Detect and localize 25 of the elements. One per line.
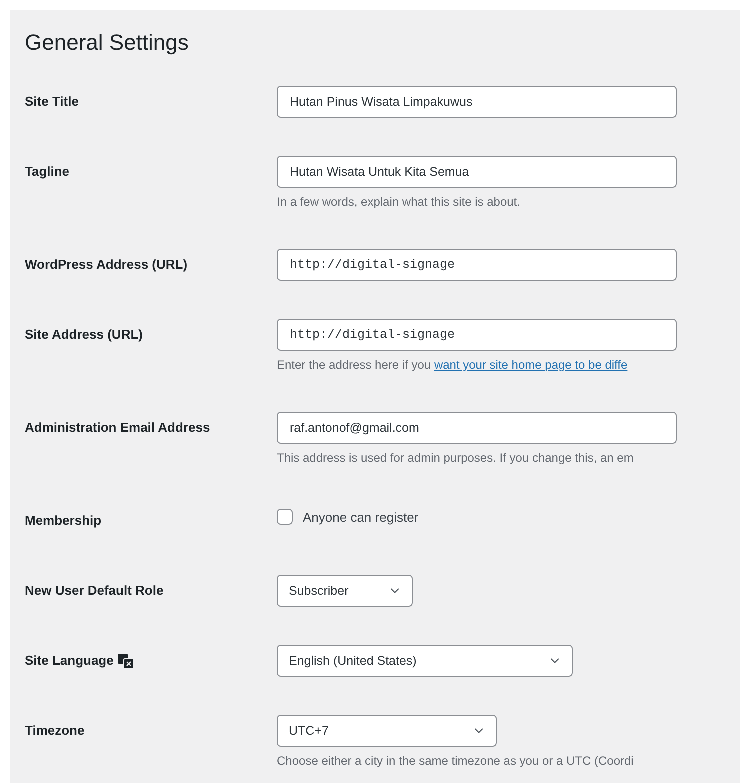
text-field[interactable]: Hutan Wisata Untuk Kita Semua xyxy=(277,156,677,188)
field-label: WordPress Address (URL) xyxy=(25,256,188,274)
text-field[interactable]: Hutan Pinus Wisata Limpakuwus xyxy=(277,86,677,118)
checkbox[interactable] xyxy=(277,509,293,525)
field-label: Tagline xyxy=(25,163,70,181)
field-label: Administration Email Address xyxy=(25,419,210,437)
field-description: Enter the address here if you want your site home page to be diffe xyxy=(277,357,629,374)
field-label: New User Default Role xyxy=(25,582,164,600)
field-description: Choose either a city in the same timezone as you or a UTC (Coordi xyxy=(277,753,635,770)
field-label: Site Address (URL) xyxy=(25,326,143,344)
text-field[interactable]: http://digital-signage xyxy=(277,319,677,351)
field-description: This address is used for admin purposes. If you change this, an em xyxy=(277,450,635,467)
checkbox-option[interactable]: Anyone can register xyxy=(277,505,740,529)
text-field[interactable]: http://digital-signage xyxy=(277,249,677,281)
field-label: Membership xyxy=(25,512,102,530)
dropdown[interactable]: UTC+7 xyxy=(277,715,497,747)
page-title: General Settings xyxy=(25,29,190,57)
field-label: Timezone xyxy=(25,722,85,740)
dropdown[interactable]: Subscriber xyxy=(277,575,413,607)
field-label: Site Language xyxy=(25,652,114,670)
help-link[interactable]: want your site home page to be diffe xyxy=(434,358,628,372)
dropdown[interactable]: English (United States) xyxy=(277,645,573,677)
field-label: Site Title xyxy=(25,93,79,111)
field-description: In a few words, explain what this site is about. xyxy=(277,194,522,211)
text-field[interactable]: raf.antonof@gmail.com xyxy=(277,412,677,444)
